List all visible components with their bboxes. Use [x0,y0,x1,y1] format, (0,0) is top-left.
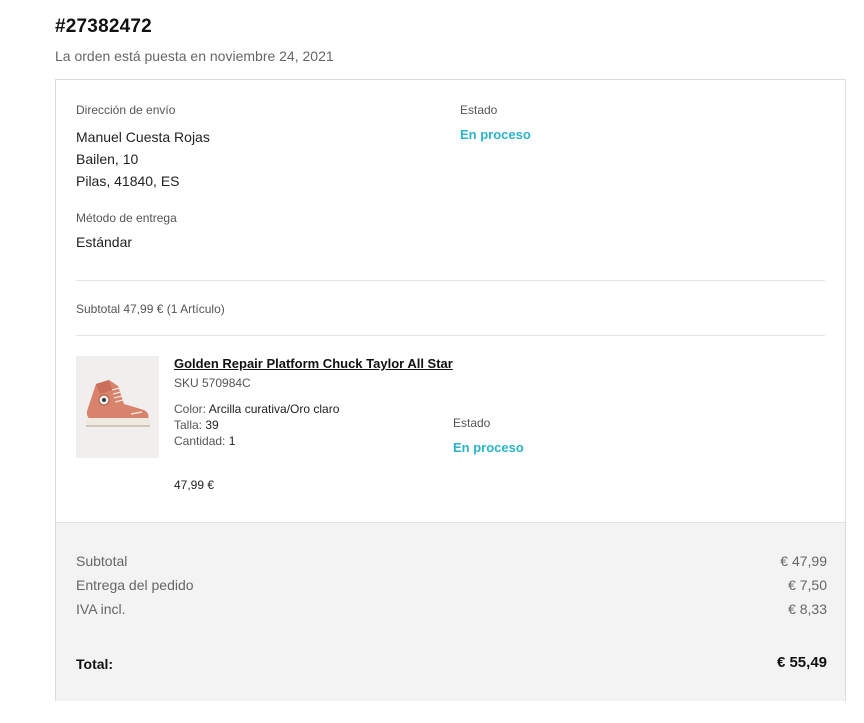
delivery-method-label: Método de entrega [76,211,177,225]
order-number: #27382472 [55,16,152,37]
order-date: La orden está puesta en noviembre 24, 20… [55,48,334,64]
product-quantity-label: Cantidad: [174,434,226,448]
product-quantity: Cantidad: 1 [174,434,235,448]
summary-delivery-label: Entrega del pedido [76,577,194,593]
summary-subtotal-value: € 47,99 [780,553,827,569]
sneaker-icon [76,356,159,458]
product-image[interactable] [76,356,159,458]
order-status-label: Estado [460,103,498,117]
items-subtotal: Subtotal 47,99 € (1 Artículo) [76,302,225,316]
order-status-value: En proceso [460,127,531,142]
order-summary: Subtotal € 47,99 Entrega del pedido € 7,… [56,522,845,701]
order-details-card: Dirección de envío Manuel Cuesta Rojas B… [55,79,846,701]
product-name-link[interactable]: Golden Repair Platform Chuck Taylor All … [174,356,453,371]
product-size: Talla: 39 [174,418,219,432]
divider [76,280,825,281]
item-status-label: Estado [453,416,491,430]
product-sku: SKU 570984C [174,376,251,390]
shipping-city: Pilas, 41840, ES [76,173,180,189]
summary-subtotal-label: Subtotal [76,553,128,569]
item-status-value: En proceso [453,440,524,455]
product-color: Color: Arcilla curativa/Oro claro [174,402,339,416]
shipping-address-label: Dirección de envío [76,103,176,117]
summary-vat-value: € 8,33 [788,601,827,617]
divider [76,335,825,336]
summary-total-value: € 55,49 [776,654,827,671]
product-size-label: Talla: [174,418,203,432]
product-color-label: Color: [174,402,207,416]
product-quantity-value: 1 [228,434,236,448]
summary-delivery-value: € 7,50 [788,577,827,593]
summary-vat-label: IVA incl. [76,601,126,617]
product-size-value: 39 [205,418,219,432]
product-price: 47,99 € [174,478,215,492]
product-color-value: Arcilla curativa/Oro claro [208,402,340,416]
shipping-street: Bailen, 10 [76,151,139,167]
shipping-name: Manuel Cuesta Rojas [76,129,210,145]
summary-total-label: Total: [76,656,114,672]
delivery-method-value: Estándar [76,234,133,250]
